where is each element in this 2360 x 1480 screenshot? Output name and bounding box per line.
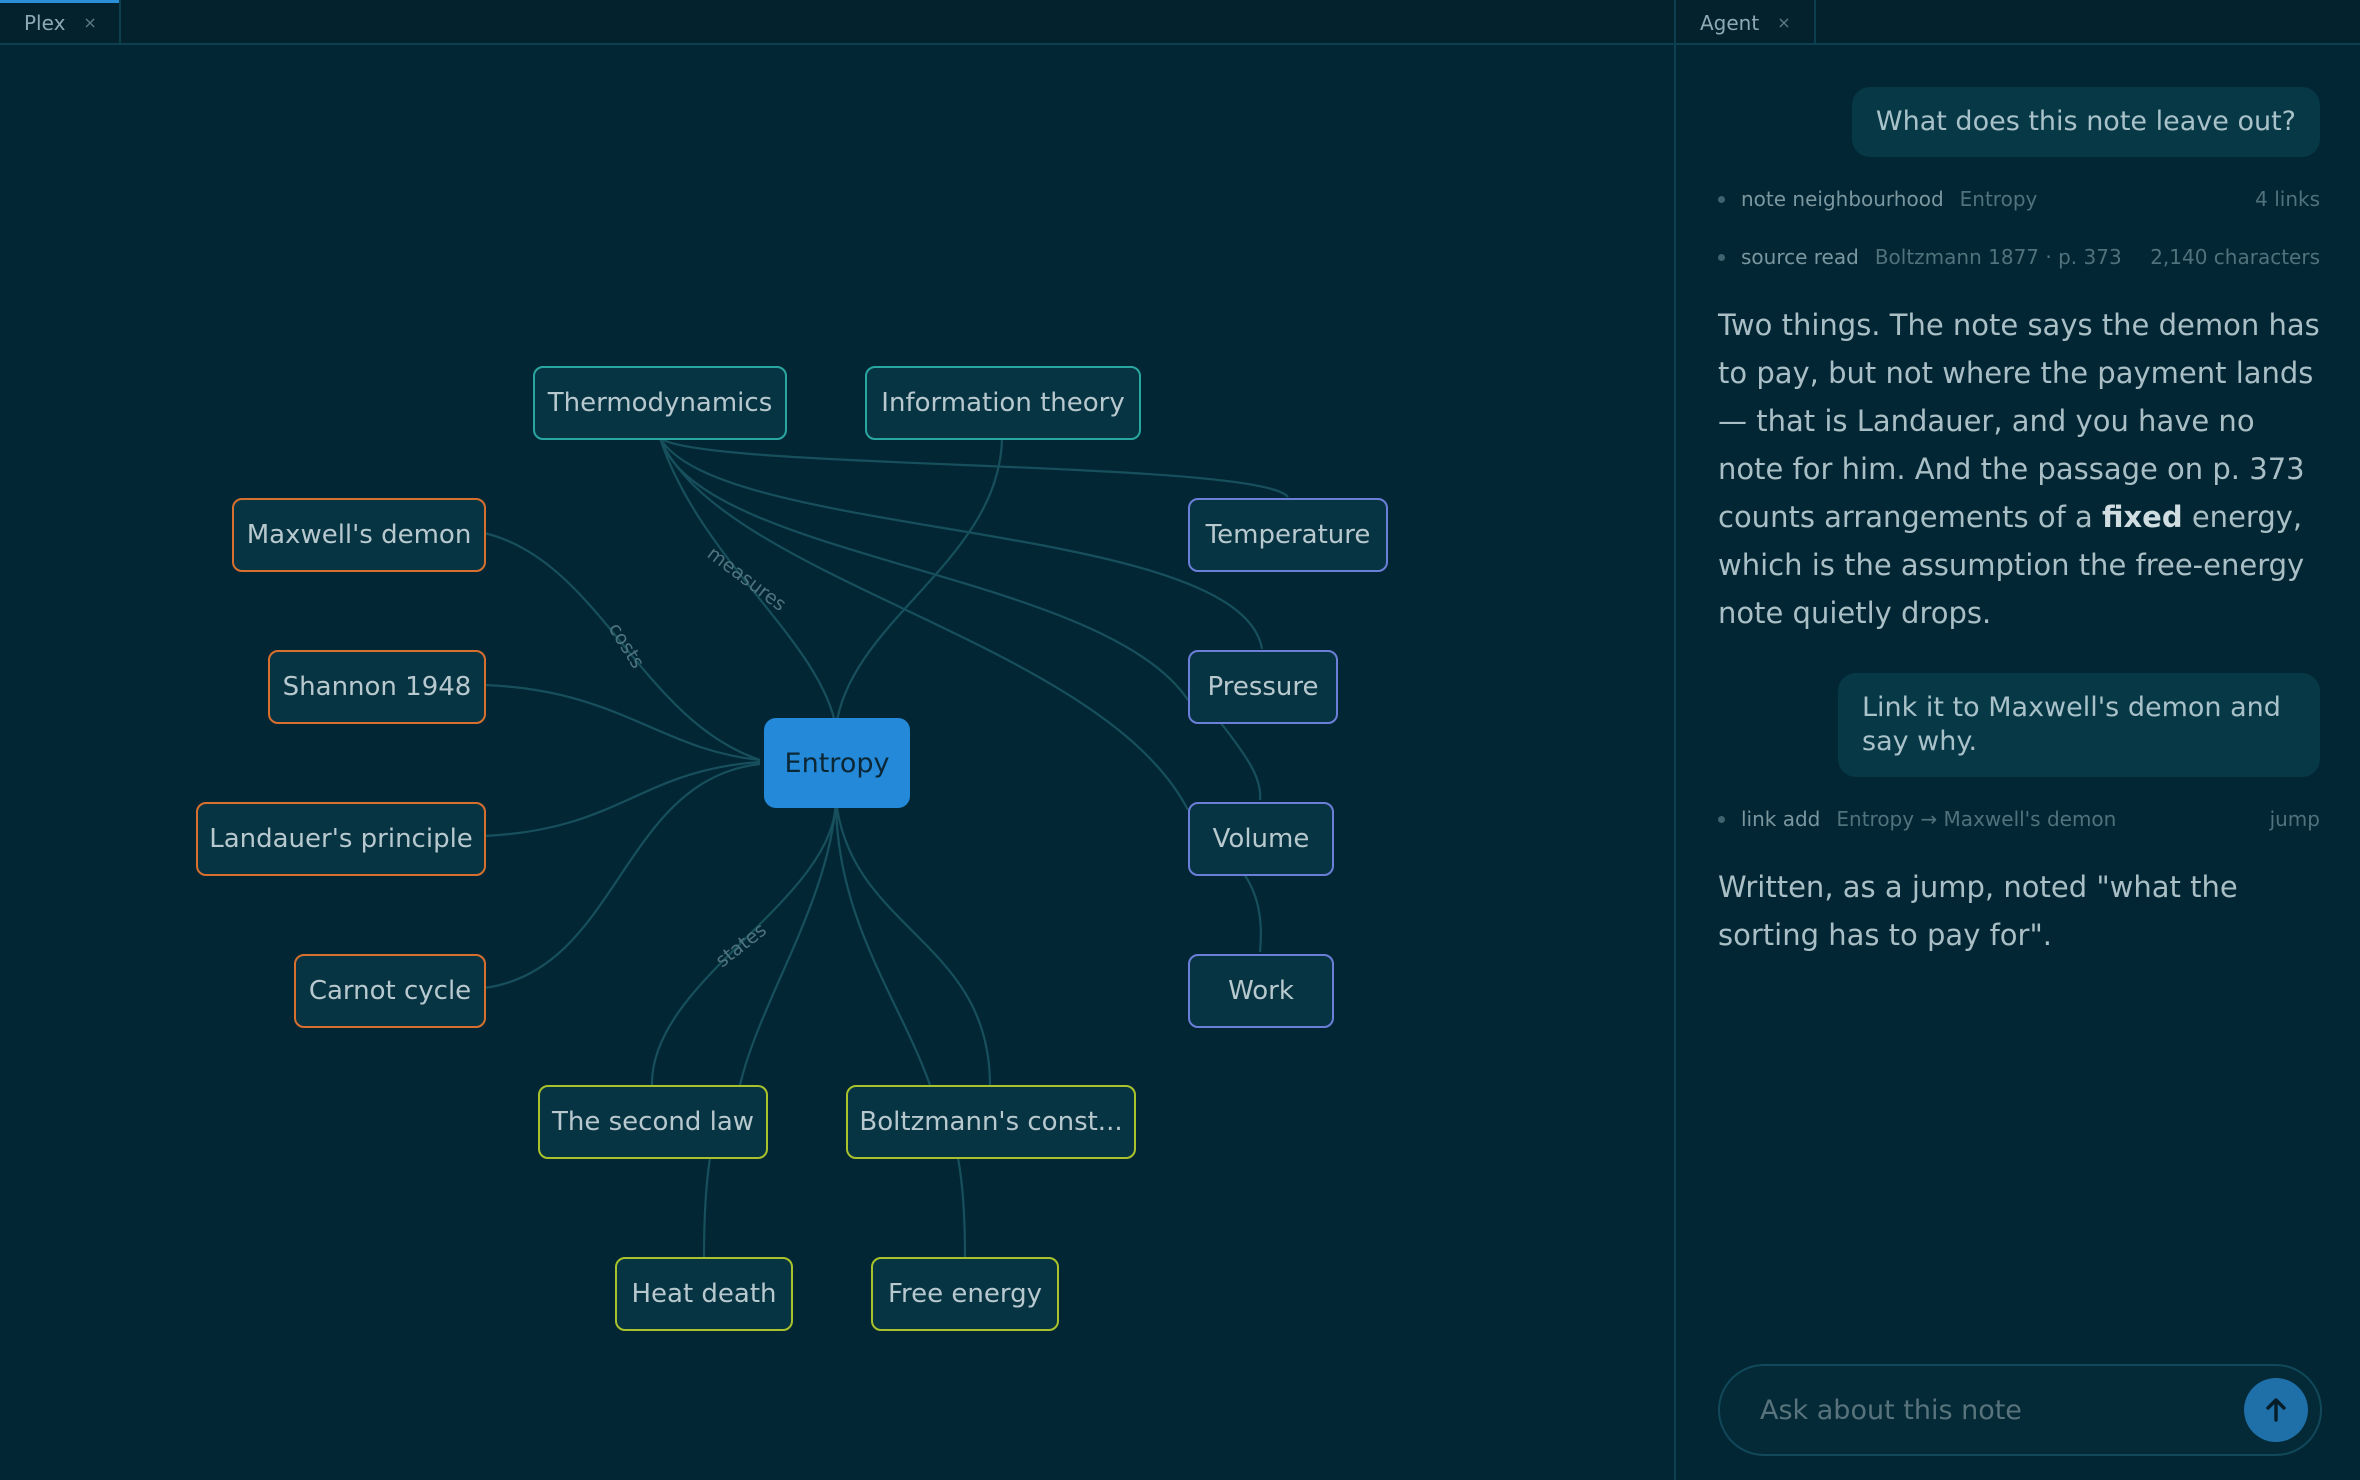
node-information-theory[interactable]: Information theory bbox=[865, 366, 1141, 440]
tool-argument: Entropy → Maxwell's demon bbox=[1836, 807, 2117, 831]
edge-thermo-temperature bbox=[659, 437, 1289, 498]
assistant-message: Two things. The note says the demon has … bbox=[1718, 301, 2320, 637]
user-message: What does this note leave out? bbox=[1851, 87, 2320, 157]
node-volume[interactable]: Volume bbox=[1188, 802, 1334, 876]
answer-emphasis: fixed bbox=[2101, 500, 2183, 534]
tool-call-row: link add Entropy → Maxwell's demon jump bbox=[1718, 804, 2320, 834]
edge-label-measures: measures bbox=[703, 542, 790, 615]
edge-label-costs: costs bbox=[604, 619, 649, 672]
node-pressure[interactable]: Pressure bbox=[1188, 650, 1338, 724]
tool-argument: Boltzmann 1877 · p. 373 bbox=[1874, 245, 2122, 269]
edge-information-entropy bbox=[834, 437, 1004, 728]
node-thermodynamics[interactable]: Thermodynamics bbox=[533, 366, 787, 440]
agent-pane: Agent × What does this note leave out? n… bbox=[1674, 0, 2360, 1480]
edge-volume-work bbox=[1243, 873, 1262, 953]
edge-thermo-volume bbox=[658, 437, 1189, 811]
node-entropy-center[interactable]: Entropy bbox=[764, 718, 910, 808]
chat-input[interactable] bbox=[1760, 1366, 2220, 1454]
send-button[interactable] bbox=[2244, 1378, 2308, 1442]
tool-result: jump bbox=[2269, 807, 2320, 831]
node-work[interactable]: Work bbox=[1188, 954, 1334, 1028]
tab-close-icon[interactable]: × bbox=[1777, 13, 1790, 32]
node-the-second-law[interactable]: The second law bbox=[538, 1085, 768, 1159]
edge-landauer-entropy bbox=[483, 760, 761, 838]
tab-agent-label: Agent bbox=[1700, 10, 1760, 35]
tool-result: 2,140 characters bbox=[2150, 245, 2320, 269]
tool-argument: Entropy bbox=[1959, 187, 2038, 211]
graph-pane: Plex × measures costs states Thermodynam… bbox=[0, 0, 1674, 1480]
agent-tabbar: Agent × bbox=[1676, 0, 2360, 45]
user-message: Link it to Maxwell's demon and say why. bbox=[1838, 673, 2320, 777]
tool-result: 4 links bbox=[2255, 187, 2320, 211]
node-temperature[interactable]: Temperature bbox=[1188, 498, 1388, 572]
edge-boltzmann-freeenergy bbox=[956, 1157, 967, 1258]
node-maxwells-demon[interactable]: Maxwell's demon bbox=[232, 498, 486, 572]
bullet-icon bbox=[1718, 195, 1725, 203]
node-free-energy[interactable]: Free energy bbox=[871, 1257, 1059, 1331]
edge-secondlaw-heatdeath bbox=[702, 1157, 712, 1258]
edge-shannon-entropy bbox=[483, 683, 761, 762]
node-carnot-cycle[interactable]: Carnot cycle bbox=[294, 954, 486, 1028]
node-shannon-1948[interactable]: Shannon 1948 bbox=[268, 650, 486, 724]
arrow-up-icon bbox=[2266, 1398, 2286, 1422]
edge-entropy-boltzmann bbox=[834, 799, 932, 1086]
edge-label-states: states bbox=[712, 919, 771, 972]
chat-composer bbox=[1718, 1364, 2322, 1456]
assistant-message: Written, as a jump, noted "what the sort… bbox=[1718, 870, 2238, 952]
node-boltzmanns-constant[interactable]: Boltzmann's const... bbox=[846, 1085, 1136, 1159]
bullet-icon bbox=[1718, 253, 1725, 261]
edge-pressure-volume bbox=[1219, 721, 1262, 801]
graph-tabbar: Plex × bbox=[0, 0, 1674, 45]
node-heat-death[interactable]: Heat death bbox=[615, 1257, 793, 1331]
tab-agent[interactable]: Agent × bbox=[1676, 0, 1816, 45]
app-window: Plex × measures costs states Thermodynam… bbox=[0, 0, 2360, 1480]
tab-plex[interactable]: Plex × bbox=[0, 0, 121, 45]
tool-name: source read bbox=[1741, 245, 1859, 269]
tool-name: note neighbourhood bbox=[1741, 187, 1944, 211]
tool-name: link add bbox=[1741, 807, 1821, 831]
tool-call-row: source read Boltzmann 1877 · p. 373 2,14… bbox=[1718, 242, 2320, 272]
bullet-icon bbox=[1718, 815, 1725, 823]
tab-close-icon[interactable]: × bbox=[83, 13, 96, 32]
tool-call-row: note neighbourhood Entropy 4 links bbox=[1718, 184, 2320, 214]
node-landauers-principle[interactable]: Landauer's principle bbox=[196, 802, 486, 876]
tab-plex-label: Plex bbox=[24, 10, 66, 35]
